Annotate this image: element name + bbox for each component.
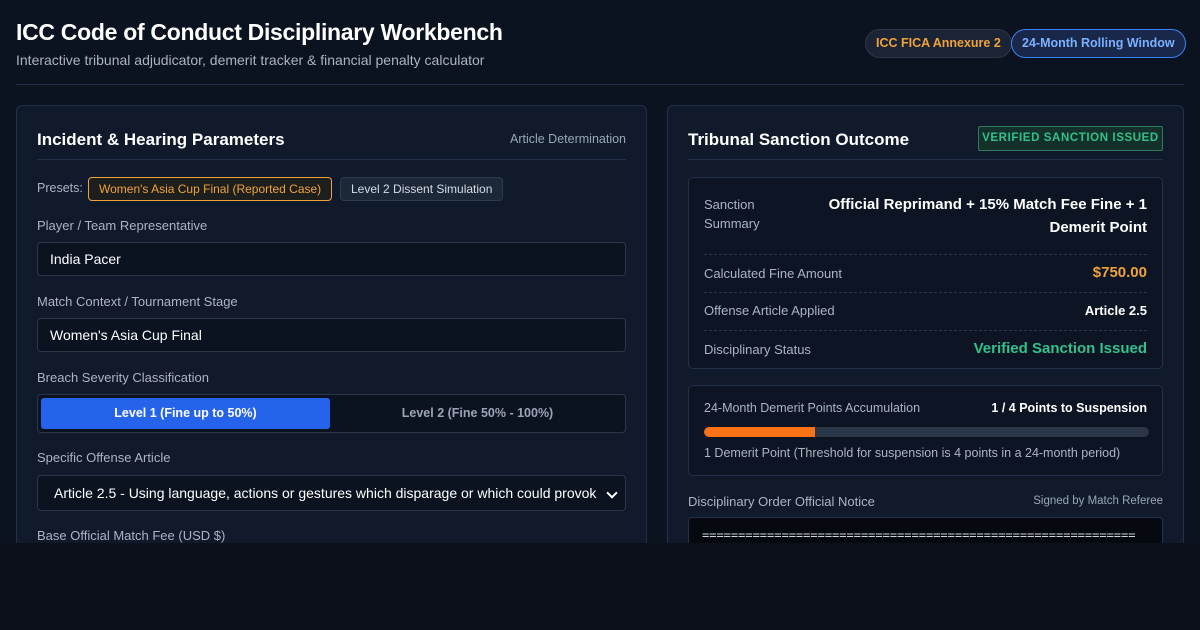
severity-level2-option[interactable]: Level 2 (Fine 50% - 100%)	[333, 398, 622, 429]
fica-annexure-badge: ICC FICA Annexure 2	[865, 29, 1012, 58]
app-subtitle: Interactive tribunal adjudicator, demeri…	[16, 52, 485, 68]
match-context-input[interactable]: Women's Asia Cup Final	[37, 318, 626, 352]
fine-amount-row: Calculated Fine Amount $750.00	[704, 255, 1147, 293]
demerit-points-count: 1 / 4 Points to Suspension	[991, 401, 1147, 415]
divider	[37, 159, 626, 160]
sanction-summary-label: Sanction Summary	[704, 197, 760, 231]
disciplinary-status-row: Disciplinary Status Verified Sanction Is…	[704, 331, 1147, 369]
app-header: ICC Code of Conduct Disciplinary Workben…	[16, 0, 1186, 85]
demerit-label: 24-Month Demerit Points Accumulation	[704, 401, 921, 415]
demerit-progress-fill	[704, 427, 816, 437]
sanction-summary-row: Sanction Summary Official Reprimand + 15…	[704, 193, 1147, 255]
sanction-outcome-panel: Tribunal Sanction Outcome VERIFIED SANCT…	[667, 105, 1184, 543]
preset-asia-cup-final-button[interactable]: Women's Asia Cup Final (Reported Case)	[88, 177, 333, 201]
player-label: Player / Team Representative	[37, 218, 208, 233]
disciplinary-status-value: Verified Sanction Issued	[973, 340, 1147, 357]
chevron-down-icon	[606, 487, 618, 499]
offense-article-applied-label: Offense Article Applied	[704, 303, 835, 318]
fine-amount-label: Calculated Fine Amount	[704, 266, 843, 281]
severity-label: Breach Severity Classification	[37, 370, 209, 385]
offense-article-value: Article 2.5 - Using language, actions or…	[54, 485, 597, 501]
demerit-points-card: 24-Month Demerit Points Accumulation 1 /…	[688, 385, 1163, 476]
app-title: ICC Code of Conduct Disciplinary Workben…	[16, 19, 503, 45]
severity-toggle: Level 1 (Fine up to 50%) Level 2 (Fine 5…	[37, 394, 626, 433]
match-context-label: Match Context / Tournament Stage	[37, 294, 238, 309]
sanction-summary-card: Sanction Summary Official Reprimand + 15…	[688, 177, 1163, 369]
divider	[688, 159, 1163, 160]
panel-title: Incident & Hearing Parameters	[37, 130, 285, 149]
panel-title: Tribunal Sanction Outcome	[688, 130, 910, 149]
offense-article-select[interactable]: Article 2.5 - Using language, actions or…	[37, 475, 626, 511]
demerit-progress-bar	[704, 427, 1149, 437]
disciplinary-status-label: Disciplinary Status	[704, 342, 811, 357]
fine-amount-value: $750.00	[1092, 264, 1147, 281]
app-viewport: ICC Code of Conduct Disciplinary Workben…	[0, 0, 1200, 543]
official-notice-text: ========================================…	[702, 528, 1136, 542]
match-fee-label: Base Official Match Fee (USD $)	[37, 528, 226, 543]
presets-label: Presets:	[37, 181, 83, 195]
offense-article-label: Specific Offense Article	[37, 450, 171, 465]
severity-level1-option[interactable]: Level 1 (Fine up to 50%)	[41, 398, 330, 429]
player-input[interactable]: India Pacer	[37, 242, 626, 276]
offense-article-row: Offense Article Applied Article 2.5	[704, 293, 1147, 331]
incident-parameters-panel: Incident & Hearing Parameters Article De…	[16, 105, 647, 543]
rolling-window-badge: 24-Month Rolling Window	[1011, 29, 1186, 58]
official-notice-box: ========================================…	[688, 517, 1163, 543]
demerit-note: 1 Demerit Point (Threshold for suspensio…	[704, 446, 1121, 460]
notice-signed-by: Signed by Match Referee	[1033, 495, 1163, 507]
panel-tag: Article Determination	[509, 132, 626, 146]
preset-level2-dissent-button[interactable]: Level 2 Dissent Simulation	[340, 177, 504, 201]
sanction-summary-value: Official Reprimand + 15% Match Fee Fine …	[828, 196, 1147, 236]
status-badge: VERIFIED SANCTION ISSUED	[978, 126, 1163, 151]
offense-article-applied-value: Article 2.5	[1084, 303, 1147, 318]
notice-label: Disciplinary Order Official Notice	[688, 494, 875, 509]
